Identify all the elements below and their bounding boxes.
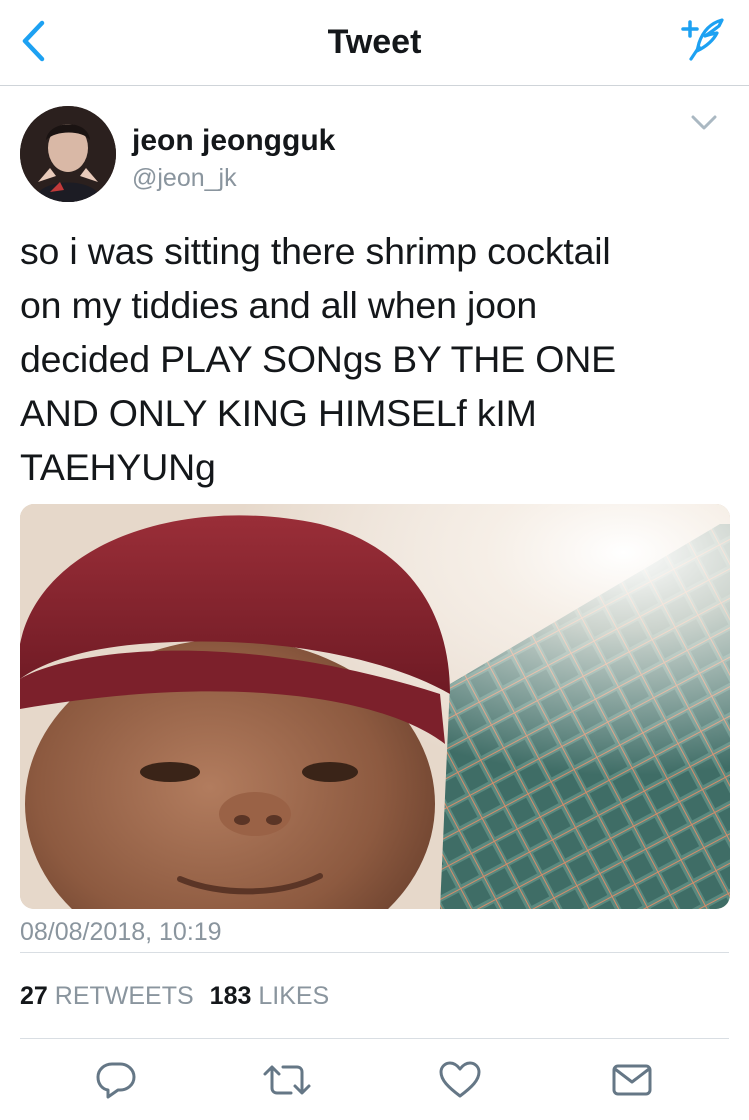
retweet-button[interactable] (259, 1058, 315, 1106)
like-count: 183 (209, 982, 252, 1010)
direct-message-button[interactable] (604, 1058, 660, 1106)
reply-icon (94, 1060, 138, 1105)
likes-stat[interactable]: 183 LIKES (210, 982, 330, 1010)
navigation-bar: Tweet (0, 0, 749, 86)
retweets-stat[interactable]: 27 RETWEETS (20, 982, 194, 1010)
retweets-label: RETWEETS (54, 982, 194, 1010)
tweet-text-line: on my tiddies and all when joon (20, 284, 538, 326)
compose-tweet-button[interactable] (673, 14, 731, 68)
page-title: Tweet (327, 23, 422, 61)
retweet-icon (261, 1060, 313, 1105)
tweet-options-button[interactable] (687, 110, 721, 140)
tweet-text-line: so i was sitting there shrimp cocktail (20, 230, 611, 272)
compose-feather-icon (675, 15, 729, 68)
tweet-photo[interactable] (20, 504, 730, 909)
direct-message-icon (610, 1061, 654, 1104)
tweet-stats: 27 RETWEETS 183 LIKES (20, 982, 345, 1011)
tweet-timestamp: 08/08/2018, 10:19 (20, 918, 222, 946)
divider (20, 952, 729, 953)
tweet-detail-screen: Tweet jeon jeongguk @jeon_jk so i was si… (0, 0, 749, 1120)
tweet-text-line: AND ONLY KING HIMSELf kIM (20, 392, 537, 434)
back-button[interactable] (10, 18, 56, 68)
likes-label: LIKES (258, 982, 330, 1010)
avatar[interactable] (20, 106, 116, 202)
divider (20, 1038, 729, 1039)
tweet-text-line: decided PLAY SONgs BY THE ONE (20, 338, 616, 380)
chevron-down-icon (690, 114, 718, 137)
retweet-count: 27 (20, 982, 48, 1010)
like-button[interactable] (432, 1058, 488, 1106)
author-name[interactable]: jeon jeongguk (132, 124, 335, 158)
like-heart-icon (438, 1060, 482, 1105)
chevron-left-icon (20, 20, 46, 67)
author-handle[interactable]: @jeon_jk (132, 164, 237, 193)
tweet-text: so i was sitting there shrimp cocktail o… (20, 224, 732, 494)
reply-button[interactable] (88, 1058, 144, 1106)
tweet-text-line: TAEHYUNg (20, 446, 216, 488)
